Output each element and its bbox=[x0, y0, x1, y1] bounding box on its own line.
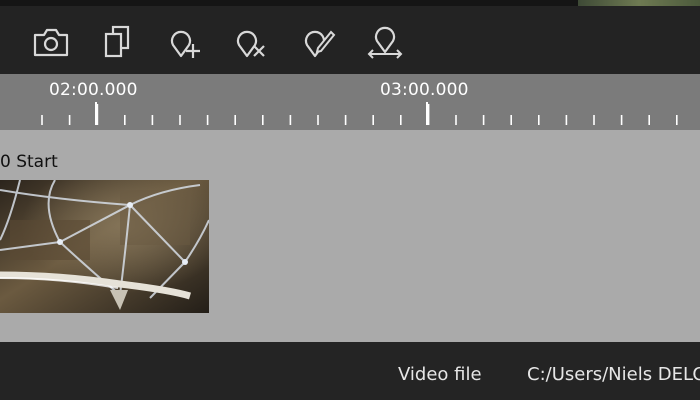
move-marker-button[interactable] bbox=[362, 22, 408, 62]
marker-edit-icon bbox=[304, 30, 336, 58]
video-file-path: C:/Users/Niels DELO bbox=[527, 364, 700, 385]
status-bar: Video file C:/Users/Niels DELO bbox=[0, 342, 700, 400]
clip-thumbnail[interactable] bbox=[0, 180, 209, 313]
clip-label: 0 Start bbox=[0, 152, 58, 172]
video-frame-image bbox=[0, 180, 209, 313]
timeline-ruler[interactable]: 02:00.000 03:00.000 bbox=[0, 74, 700, 130]
remove-marker-button[interactable] bbox=[226, 22, 272, 62]
copy-icon bbox=[104, 25, 130, 58]
snapshot-button[interactable] bbox=[28, 22, 74, 62]
marker-remove-icon bbox=[236, 30, 265, 58]
add-marker-button[interactable] bbox=[160, 22, 206, 62]
copy-button[interactable] bbox=[94, 22, 140, 62]
marker-toolbar bbox=[0, 6, 700, 74]
video-track[interactable]: 0 Start bbox=[0, 130, 700, 342]
ruler-label-major-2: 03:00.000 bbox=[380, 80, 469, 100]
marker-add-icon bbox=[170, 30, 200, 58]
marker-move-icon bbox=[367, 26, 403, 59]
status-label: Video file bbox=[398, 364, 482, 385]
camera-icon bbox=[33, 28, 69, 57]
edit-marker-button[interactable] bbox=[294, 22, 340, 62]
ruler-label-major-1: 02:00.000 bbox=[49, 80, 138, 100]
